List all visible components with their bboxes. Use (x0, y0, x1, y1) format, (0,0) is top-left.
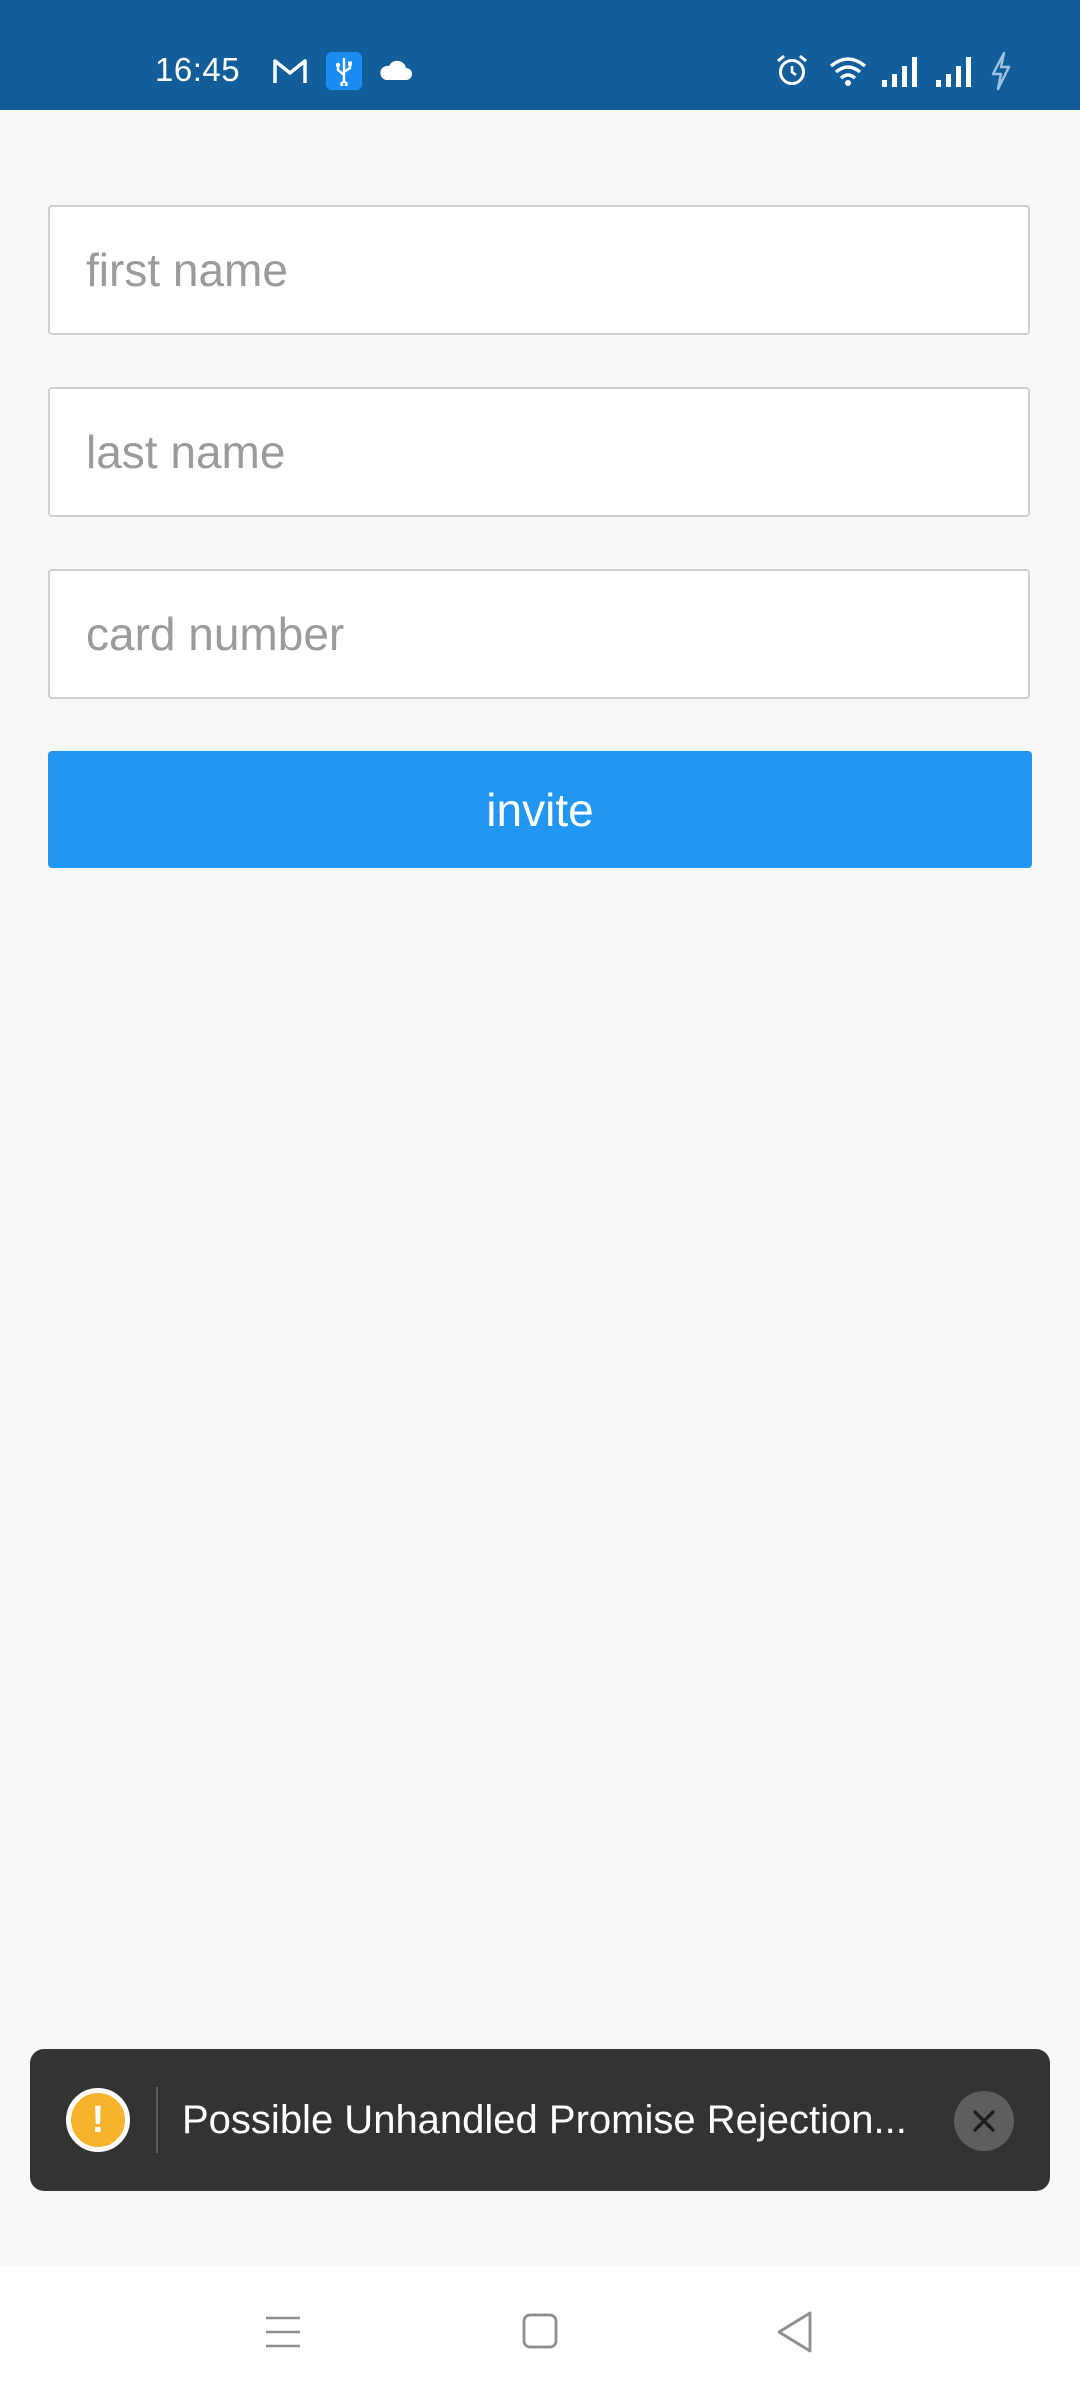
home-icon[interactable] (522, 2312, 558, 2350)
status-bar: 16:45 (0, 0, 1080, 110)
wifi-icon (829, 57, 867, 86)
cloud-icon (380, 60, 412, 80)
usb-icon (326, 52, 362, 90)
last-name-input[interactable] (48, 387, 1030, 517)
navigation-bar (0, 2266, 1080, 2400)
card-number-input[interactable] (48, 569, 1030, 699)
signal-icon (882, 57, 917, 87)
close-icon[interactable] (954, 2091, 1014, 2151)
invite-button[interactable]: invite (48, 751, 1032, 868)
error-toast[interactable]: ! Possible Unhandled Promise Rejection..… (30, 2049, 1050, 2191)
back-icon[interactable] (776, 2310, 814, 2354)
status-time: 16:45 (155, 51, 241, 88)
signal-icon (936, 57, 971, 87)
alarm-icon (777, 54, 807, 85)
toast-divider (156, 2087, 158, 2153)
charging-icon (991, 52, 1011, 90)
warning-icon: ! (66, 2088, 130, 2152)
menu-icon[interactable] (264, 2314, 302, 2350)
gmail-icon (273, 59, 307, 83)
first-name-input[interactable] (48, 205, 1030, 335)
toast-message: Possible Unhandled Promise Rejection... (182, 2098, 907, 2142)
